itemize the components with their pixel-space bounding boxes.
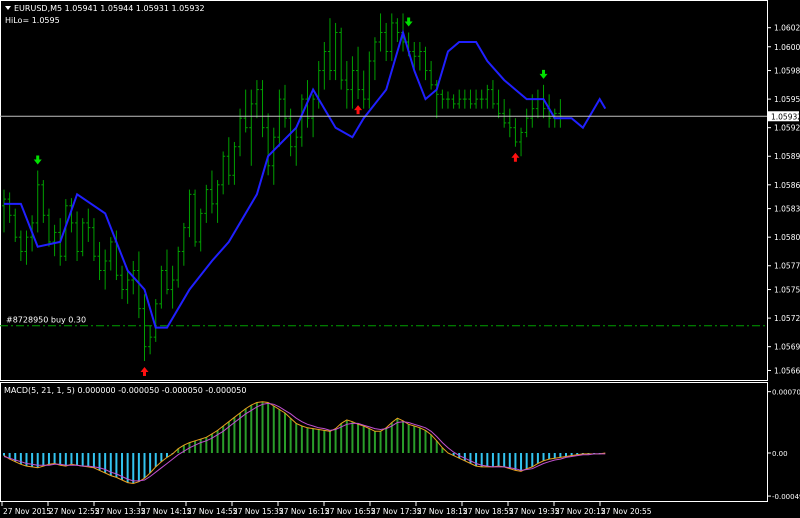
time-tick-label: 27 Nov 16:15 (279, 507, 330, 516)
chart-background (0, 0, 800, 518)
time-tick-label: 27 Nov 14:55 (187, 507, 238, 516)
current-price-label: 1.05932 (771, 112, 800, 121)
macd-tick-label: 0.000705 (772, 389, 800, 397)
price-tick-label: 1.05775 (774, 262, 800, 271)
macd-header: MACD(5, 21, 1, 5) 0.000000 -0.000050 -0.… (4, 386, 246, 395)
time-tick-label: 27 Nov 2015 (3, 507, 51, 516)
price-tick-label: 1.05860 (774, 181, 800, 190)
price-tick-label: 1.05835 (774, 205, 800, 214)
time-tick-label: 27 Nov 19:35 (509, 507, 560, 516)
price-tick-label: 1.05805 (774, 233, 800, 242)
time-tick-label: 27 Nov 14:15 (141, 507, 192, 516)
macd-tick-label: 0.00 (772, 450, 788, 458)
price-tick-label: 1.05950 (774, 95, 800, 104)
price-tick-label: 1.05720 (774, 314, 800, 323)
time-tick-label: 27 Nov 12:55 (49, 507, 100, 516)
time-tick-label: 27 Nov 20:55 (601, 507, 652, 516)
price-tick-label: 1.05980 (774, 67, 800, 76)
time-tick-label: 27 Nov 15:35 (233, 507, 284, 516)
trading-chart[interactable]: 1.06025 1.06005 1.05980 1.05950 1.05920 1.058… (0, 0, 800, 518)
time-tick-label: 27 Nov 18:55 (463, 507, 514, 516)
time-tick-label: 27 Nov 16:55 (325, 507, 376, 516)
symbol-header: EURUSD,M5 1.05941 1.05944 1.05931 1.0593… (14, 4, 205, 13)
macd-tick-label: -0.000495 (772, 493, 800, 501)
time-tick-label: 27 Nov 18:15 (417, 507, 468, 516)
time-tick-label: 27 Nov 20:15 (555, 507, 606, 516)
price-tick-label: 1.06005 (774, 43, 800, 52)
time-tick-label: 27 Nov 17:35 (371, 507, 422, 516)
hilo-header: HiLo= 1.0595 (5, 16, 60, 25)
price-tick-label: 1.05920 (774, 124, 800, 133)
price-tick-label: 1.05665 (774, 366, 800, 375)
order-label: #8728950 buy 0.30 (6, 316, 86, 325)
price-tick-label: 1.05890 (774, 152, 800, 161)
price-tick-label: 1.06025 (774, 24, 800, 33)
price-tick-label: 1.05750 (774, 286, 800, 295)
time-tick-label: 27 Nov 13:35 (95, 507, 146, 516)
price-tick-label: 1.05690 (774, 343, 800, 352)
